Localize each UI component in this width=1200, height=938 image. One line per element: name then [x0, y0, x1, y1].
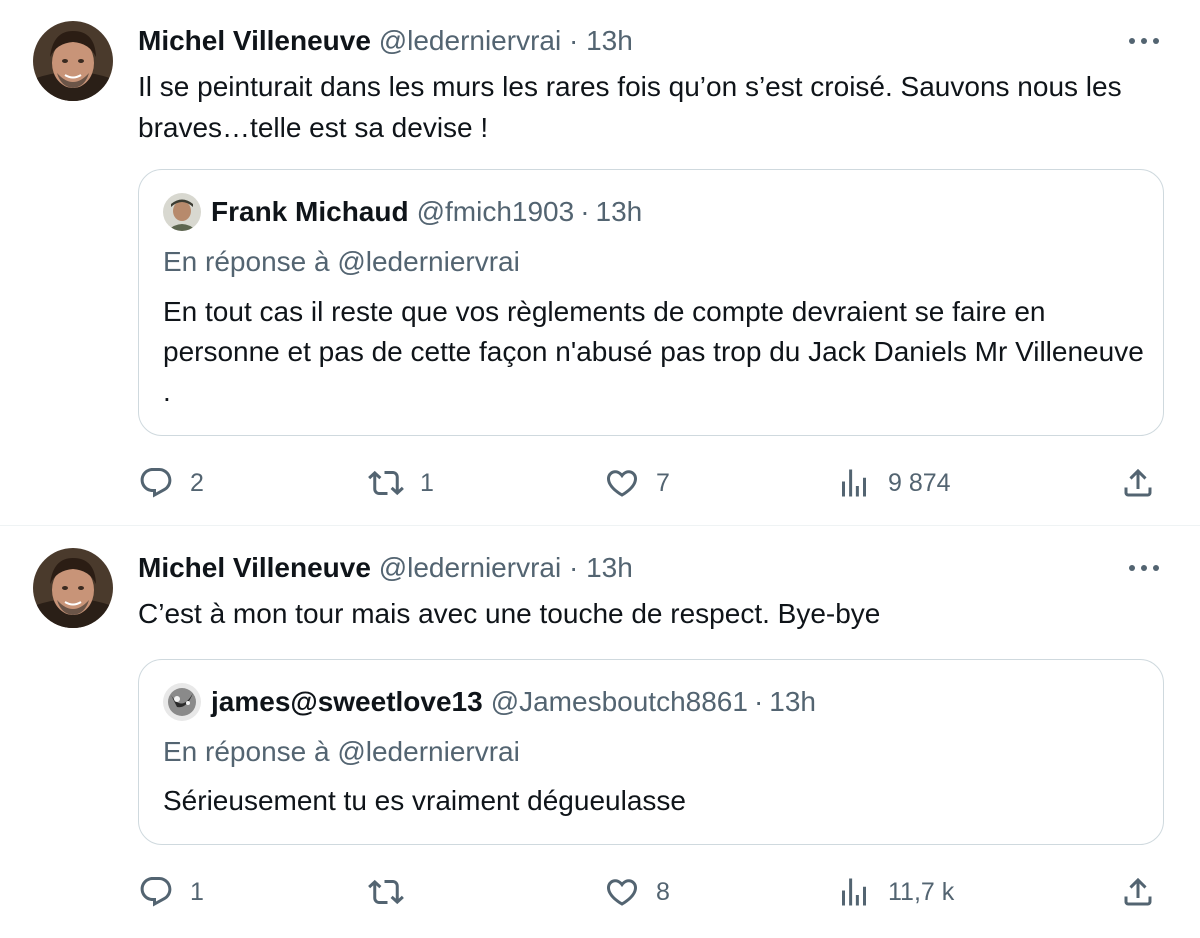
- more-horizontal-icon: [1129, 38, 1159, 44]
- retweet-count: 1: [420, 468, 434, 497]
- quoted-tweet-header: Frank Michaud @fmich1903 · 13h: [163, 193, 643, 231]
- reply-count: 1: [190, 877, 204, 906]
- like-count: 7: [656, 468, 670, 497]
- tweet-actions: 2 1 7 9 874: [138, 463, 1158, 503]
- separator-dot: ·: [568, 25, 579, 56]
- views-count: 9 874: [888, 468, 951, 497]
- views-button[interactable]: 11,7 k: [836, 872, 954, 912]
- retweet-button[interactable]: [368, 872, 420, 912]
- share-upload-icon: [1124, 468, 1152, 497]
- reply-count: 2: [190, 468, 204, 497]
- tweet-header: Michel Villeneuve @ledernierv​rai · 13h: [138, 24, 633, 58]
- tweet[interactable]: Michel Villeneuve @ledernierv​rai · 13h …: [0, 527, 1200, 938]
- author-avatar[interactable]: [33, 21, 113, 101]
- tweet-header: Michel Villeneuve @ledernierv​rai · 13h: [138, 551, 633, 585]
- more-options-button[interactable]: [1124, 553, 1164, 583]
- separator-dot: ·: [753, 686, 764, 717]
- tweet[interactable]: Michel Villeneuve @ledernierv​rai · 13h …: [0, 0, 1200, 526]
- reply-button[interactable]: 1: [138, 872, 204, 912]
- author-name[interactable]: Michel Villeneuve: [138, 25, 371, 56]
- tweet-text: C’est à mon tour mais avec une touche de…: [138, 598, 881, 629]
- separator-dot: ·: [580, 196, 590, 227]
- retweet-icon: [368, 879, 404, 905]
- heart-icon: [606, 879, 638, 906]
- like-button[interactable]: 7: [604, 463, 670, 503]
- views-bar-chart-icon: [842, 469, 866, 497]
- retweet-icon: [368, 470, 404, 496]
- more-horizontal-icon: [1129, 565, 1159, 571]
- author-handle[interactable]: @ledernierv​rai: [379, 552, 562, 583]
- author-name[interactable]: Michel Villeneuve: [138, 552, 371, 583]
- quoted-tweet[interactable]: Frank Michaud @fmich1903 · 13h En répons…: [138, 169, 1164, 436]
- reply-context: En réponse à @ledernierv​rai: [163, 736, 520, 767]
- reply-button[interactable]: 2: [138, 463, 204, 503]
- separator-dot: ·: [568, 552, 579, 583]
- reply-context: En réponse à @ledernierv​rai: [163, 246, 520, 277]
- quoted-author-avatar: [163, 683, 201, 721]
- reply-bubble-icon: [140, 468, 172, 498]
- views-count: 11,7 k: [888, 877, 955, 906]
- quoted-author-name: Frank Michaud: [211, 196, 409, 227]
- quoted-tweet-time: 13h: [595, 196, 643, 227]
- tweet-time[interactable]: 13h: [586, 552, 633, 583]
- quoted-tweet-text: En tout cas il reste que vos règlements …: [163, 296, 1144, 407]
- share-button[interactable]: [1120, 872, 1156, 912]
- reply-bubble-icon: [140, 877, 172, 907]
- like-button[interactable]: 8: [604, 872, 670, 912]
- retweet-button[interactable]: 1: [368, 463, 434, 503]
- tweet-text: Il se peinturait dans les murs les rares…: [138, 71, 1122, 143]
- quoted-tweet[interactable]: james@sweetlove13 @Jamesboutch8861 · 13h…: [138, 659, 1164, 845]
- quoted-author-handle: @Jamesboutch8861: [490, 686, 748, 717]
- like-count: 8: [656, 877, 670, 906]
- tweet-time[interactable]: 13h: [586, 25, 633, 56]
- quoted-tweet-header: james@sweetlove13 @Jamesboutch8861 · 13h: [163, 683, 816, 721]
- share-upload-icon: [1124, 877, 1152, 906]
- quoted-author-name: james@sweetlove13: [211, 686, 483, 717]
- quoted-tweet-text: Sérieusement tu es vraiment dégueulasse: [163, 785, 686, 816]
- quoted-author-handle: @fmich1903: [416, 196, 575, 227]
- tweet-actions: 1 8 11,7 k: [138, 872, 1158, 912]
- quoted-author-avatar: [163, 193, 201, 231]
- more-options-button[interactable]: [1124, 26, 1164, 56]
- heart-icon: [606, 470, 638, 497]
- views-button[interactable]: 9 874: [836, 463, 951, 503]
- views-bar-chart-icon: [842, 878, 866, 906]
- share-button[interactable]: [1120, 463, 1156, 503]
- author-avatar[interactable]: [33, 548, 113, 628]
- author-handle[interactable]: @ledernierv​rai: [379, 25, 562, 56]
- quoted-tweet-time: 13h: [769, 686, 816, 717]
